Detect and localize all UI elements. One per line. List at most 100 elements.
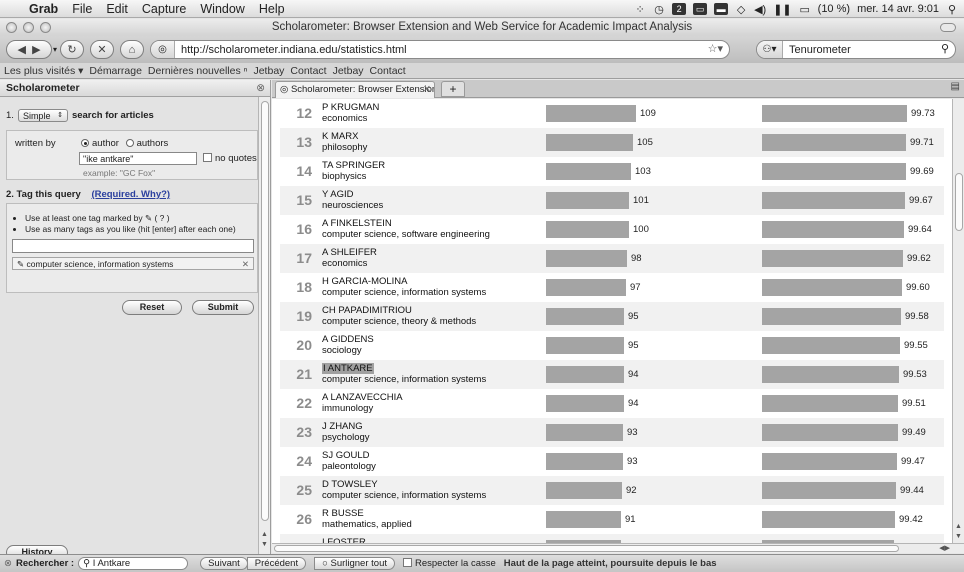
reload-button[interactable]: ↻ — [60, 40, 84, 59]
bookmark-contact-2[interactable]: Contact — [370, 65, 412, 77]
no-quotes-checkbox[interactable] — [203, 153, 212, 162]
spaces-icon[interactable]: ⁘ — [634, 3, 646, 16]
required-why-link[interactable]: (Required. Why?) — [91, 189, 170, 200]
content-scroll-down-icon[interactable]: ▼ — [953, 533, 964, 540]
h-index-bar — [546, 511, 621, 528]
find-query[interactable]: I Antkare — [93, 558, 131, 569]
menu-file[interactable]: File — [65, 2, 99, 16]
result-row: 19 CH PAPADIMITRIOU computer science, theo… — [280, 302, 944, 331]
bookmark-jetbay-2[interactable]: Jetbay — [333, 65, 370, 77]
home-button[interactable]: ⌂ — [120, 40, 144, 59]
find-input[interactable]: ⚲ I Antkare — [78, 557, 189, 570]
stop-button[interactable]: ✕ — [90, 40, 114, 59]
author-radio[interactable] — [81, 139, 89, 147]
forward-arrow-icon[interactable]: ▶ — [32, 43, 40, 56]
search-engine-name[interactable]: Tenurometer — [783, 44, 851, 56]
authors-radio[interactable] — [125, 139, 134, 147]
minimize-window-icon[interactable] — [23, 22, 34, 33]
close-window-icon[interactable] — [6, 22, 17, 33]
menu-edit[interactable]: Edit — [99, 2, 135, 16]
percentile-value: 99.60 — [906, 282, 930, 293]
remove-tag-icon[interactable]: ✕ — [242, 258, 249, 270]
author-field: computer science, theory & methods — [322, 316, 477, 327]
bookmark-most-visited[interactable]: Les plus visités ▾ — [4, 65, 89, 77]
content-hscroll-thumb[interactable] — [274, 545, 899, 552]
back-arrow-icon[interactable]: ◀ — [17, 43, 25, 56]
result-rank: 18 — [296, 279, 312, 295]
sidebar-scrollbar[interactable]: ▲ ▼ — [258, 97, 270, 554]
content-horizontal-scrollbar[interactable]: ◀▶ — [272, 543, 964, 553]
menu-app-grab[interactable]: Grab — [22, 2, 65, 16]
site-identity-icon[interactable]: ◎ — [151, 41, 175, 58]
content-vertical-scrollbar[interactable]: ▲ ▼ — [952, 99, 964, 543]
highlight-all-label: Surligner tout — [330, 558, 387, 569]
h-index-bar — [546, 221, 629, 238]
find-close-icon[interactable]: ⊗ — [4, 558, 16, 569]
content-hscroll-arrows-icon[interactable]: ◀▶ — [939, 544, 950, 552]
step1-label: 1. — [6, 110, 14, 121]
menu-help[interactable]: Help — [252, 2, 292, 16]
zoom-window-icon[interactable] — [40, 22, 51, 33]
find-previous-button[interactable]: Précédent — [246, 557, 307, 570]
submit-button[interactable]: Submit — [192, 300, 254, 315]
result-row: 14 TA SPRINGER biophysics 103 99.69 — [280, 157, 944, 186]
history-dropdown-icon[interactable]: ▾ — [53, 45, 57, 54]
find-next-button[interactable]: Suivant — [200, 557, 248, 570]
battery-icon[interactable]: ▭ — [799, 3, 811, 16]
url-bar[interactable]: ◎ http://scholarometer.indiana.edu/stati… — [150, 40, 730, 59]
result-author: P KRUGMAN economics — [322, 102, 379, 124]
result-row: 21 I ANTKARE computer science, information… — [280, 360, 944, 389]
sidebar-scroll-up-icon[interactable]: ▲ — [259, 531, 270, 541]
window-titlebar: Scholarometer: Browser Extension and Web… — [0, 19, 964, 36]
home-icon: ⌂ — [128, 43, 136, 56]
tag-box: Use at least one tag marked by ✎ ( ? ) U… — [6, 203, 258, 293]
menu-capture[interactable]: Capture — [135, 2, 193, 16]
status-app-icon[interactable]: 2 — [672, 3, 687, 15]
search-engine-icon[interactable]: ⚇▾ — [757, 41, 783, 58]
toolbar-toggle-icon[interactable] — [940, 23, 956, 32]
percentile-value: 99.44 — [900, 485, 924, 496]
tab-list-icon[interactable]: ▤ — [951, 81, 960, 92]
menubar-clock[interactable]: mer. 14 avr. 9:01 — [857, 3, 939, 15]
sidebar-body: 1. Simple ⇕ search for articles written … — [0, 97, 259, 560]
bookmark-contact[interactable]: Contact — [290, 65, 332, 77]
mode-select[interactable]: Simple ⇕ — [17, 109, 68, 122]
bookmark-jetbay[interactable]: Jetbay — [253, 65, 290, 77]
search-icon[interactable]: ⚲ — [941, 42, 949, 55]
spotlight-icon[interactable]: ⚲ — [946, 3, 958, 16]
back-forward-button[interactable]: ◀ ▶ — [6, 40, 52, 59]
pause-icon[interactable]: ❚❚ — [773, 3, 791, 16]
volume-icon[interactable]: ◀) — [754, 3, 766, 16]
bookmark-getting-started[interactable]: Démarrage — [89, 65, 148, 77]
tag-input[interactable] — [12, 239, 254, 253]
tab-close-icon[interactable]: ✕ — [423, 82, 431, 98]
bookmark-latest-news[interactable]: Dernières nouvelles ⁿ — [148, 65, 254, 77]
time-machine-icon[interactable]: ◷ — [653, 3, 665, 16]
wifi-icon[interactable]: ◇ — [735, 3, 747, 16]
display-icon[interactable]: ▬ — [714, 3, 729, 15]
author-radio-label: author — [92, 138, 119, 149]
sidebar-scroll-thumb[interactable] — [261, 101, 269, 521]
h-index-value: 91 — [625, 514, 636, 525]
match-case-checkbox[interactable] — [403, 558, 412, 567]
keyboard-icon[interactable]: ▭ — [693, 3, 708, 15]
sidebar-scroll-down-icon[interactable]: ▼ — [259, 541, 270, 551]
content-scroll-up-icon[interactable]: ▲ — [953, 523, 964, 530]
menu-window[interactable]: Window — [193, 2, 251, 16]
highlight-all-button[interactable]: ○ Surligner tout — [314, 557, 395, 570]
tab-label: Scholarometer: Browser Extension... — [290, 84, 435, 95]
search-bar[interactable]: ⚇▾ Tenurometer ⚲ — [756, 40, 956, 59]
match-case-option: Respecter la casse — [403, 558, 496, 569]
author-example: example: "GC Fox" — [83, 168, 156, 178]
author-input[interactable]: "ike antkare" — [79, 152, 197, 165]
url-text[interactable]: http://scholarometer.indiana.edu/statist… — [175, 44, 407, 56]
percentile-bar — [762, 337, 900, 354]
percentile-value: 99.62 — [907, 253, 931, 264]
sidebar-close-icon[interactable]: ⊗ — [256, 80, 265, 97]
content-scroll-thumb[interactable] — [955, 173, 963, 231]
tab-scholarometer[interactable]: ◎ Scholarometer: Browser Extension... ✕ — [275, 81, 435, 98]
bookmark-star-icon[interactable]: ☆▾ — [708, 42, 723, 55]
reset-button[interactable]: Reset — [122, 300, 182, 315]
new-tab-button[interactable]: + — [441, 81, 465, 97]
author-field: philosophy — [322, 142, 368, 153]
